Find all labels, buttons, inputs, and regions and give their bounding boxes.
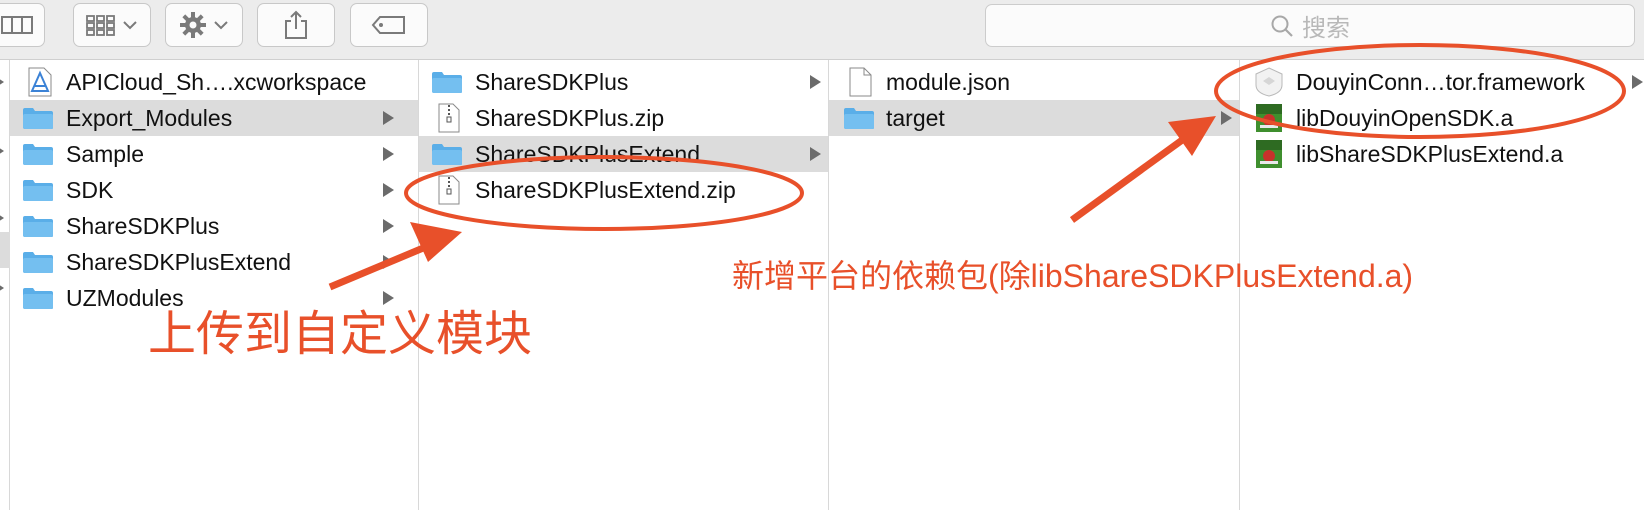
file-name: libShareSDKPlusExtend.a <box>1296 141 1564 167</box>
search-field[interactable]: 搜索 <box>985 4 1635 47</box>
tags-button[interactable] <box>350 3 428 47</box>
gear-icon <box>180 12 206 38</box>
folder-row[interactable]: Export_Modules <box>10 100 418 136</box>
disclosure-arrow-icon <box>383 111 394 125</box>
action-menu-button[interactable] <box>165 3 243 47</box>
selected-row-stub <box>0 232 10 268</box>
disclosure-arrow-icon <box>0 76 4 88</box>
folder-icon <box>844 108 874 129</box>
view-mode-button[interactable] <box>0 3 45 47</box>
folder-name: Sample <box>66 141 144 167</box>
group-by-button[interactable] <box>73 3 151 47</box>
file-row[interactable]: libShareSDKPlusExtend.a <box>1240 136 1644 172</box>
file-name: DouyinConn…tor.framework <box>1296 69 1585 95</box>
folder-icon <box>23 216 53 237</box>
disclosure-arrow-icon <box>383 147 394 161</box>
folder-row[interactable]: target <box>829 100 1239 136</box>
share-button[interactable] <box>257 3 335 47</box>
folder-name: ShareSDKPlus <box>66 213 220 239</box>
framework-row[interactable]: DouyinConn…tor.framework <box>1240 64 1644 100</box>
folder-icon <box>23 180 53 201</box>
file-name: module.json <box>886 69 1011 95</box>
static-library-icon <box>1256 140 1282 168</box>
disclosure-arrow-icon <box>383 183 394 197</box>
framework-icon <box>1255 67 1283 97</box>
file-row[interactable]: libDouyinOpenSDK.a <box>1240 100 1644 136</box>
folder-icon <box>23 144 53 165</box>
disclosure-arrow-icon <box>383 219 394 233</box>
disclosure-arrow-icon <box>1632 75 1643 89</box>
finder-column-parent <box>0 60 10 510</box>
folder-row[interactable]: SDK <box>10 172 418 208</box>
folder-row[interactable]: Sample <box>10 136 418 172</box>
document-icon <box>849 67 872 97</box>
disclosure-arrow-icon <box>0 145 4 157</box>
file-row[interactable]: ShareSDKPlus.zip <box>419 100 828 136</box>
file-name: APICloud_Sh….xcworkspace <box>66 69 367 95</box>
finder-column-1: APICloud_Sh….xcworkspace Export_Modules … <box>10 60 419 510</box>
disclosure-arrow-icon <box>810 75 821 89</box>
static-library-icon <box>1256 104 1282 132</box>
folder-icon <box>23 252 53 273</box>
disclosure-arrow-icon <box>810 147 821 161</box>
folder-name: ShareSDKPlusExtend <box>66 249 292 275</box>
file-row[interactable]: APICloud_Sh….xcworkspace <box>10 64 418 100</box>
file-name: ShareSDKPlus.zip <box>475 105 665 131</box>
share-icon <box>285 10 307 39</box>
zip-file-icon <box>438 103 460 133</box>
tag-icon <box>371 16 405 34</box>
folder-icon <box>23 108 53 129</box>
folder-row[interactable]: ShareSDKPlusExtend <box>419 136 828 172</box>
folder-name: target <box>886 105 945 131</box>
grid-icon <box>86 15 115 36</box>
file-row[interactable]: module.json <box>829 64 1239 100</box>
upload-annotation-text: 上传到自定义模块 <box>148 308 533 361</box>
columns-view-icon <box>0 16 33 34</box>
search-placeholder: 搜索 <box>1302 15 1350 42</box>
chevron-down-icon <box>123 21 137 30</box>
folder-name: ShareSDKPlusExtend <box>475 141 701 167</box>
file-name: ShareSDKPlusExtend.zip <box>475 177 736 203</box>
folder-name: SDK <box>66 177 114 203</box>
folder-row[interactable]: ShareSDKPlus <box>419 64 828 100</box>
file-row[interactable]: ShareSDKPlusExtend.zip <box>419 172 828 208</box>
folder-icon <box>432 72 462 93</box>
file-name: libDouyinOpenSDK.a <box>1296 105 1514 131</box>
folder-icon <box>432 144 462 165</box>
disclosure-arrow-icon <box>0 212 4 224</box>
dependency-annotation-text: 新增平台的依赖包(除libShareSDKPlusExtend.a) <box>732 258 1414 294</box>
disclosure-arrow-icon <box>383 255 394 269</box>
folder-name: Export_Modules <box>66 105 233 131</box>
folder-row[interactable]: ShareSDKPlusExtend <box>10 244 418 280</box>
finder-toolbar: 搜索 <box>0 0 1644 60</box>
chevron-down-icon <box>214 21 228 30</box>
folder-name: ShareSDKPlus <box>475 69 629 95</box>
zip-file-icon <box>438 175 460 205</box>
folder-icon <box>23 288 53 309</box>
disclosure-arrow-icon <box>1221 111 1232 125</box>
disclosure-arrow-icon <box>0 282 4 294</box>
search-icon <box>1271 15 1293 37</box>
folder-row[interactable]: ShareSDKPlus <box>10 208 418 244</box>
xcworkspace-icon <box>28 67 52 97</box>
